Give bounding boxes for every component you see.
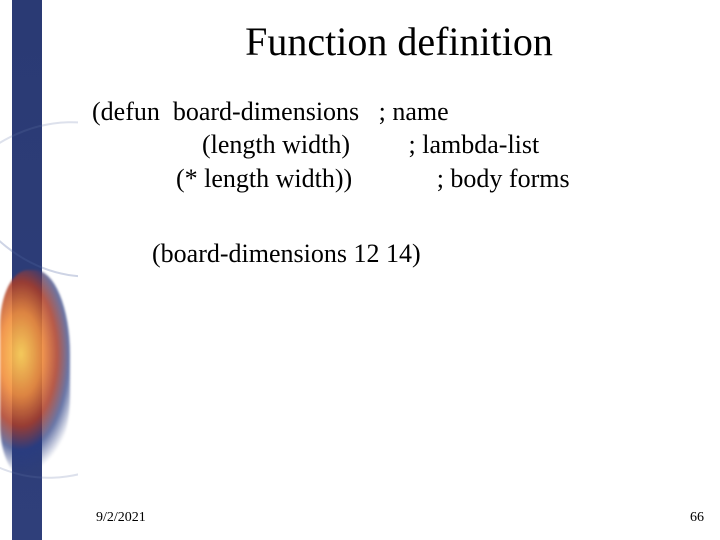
code-line-3-left: (* length width)) xyxy=(92,164,352,193)
sidebar-decorative-art xyxy=(0,0,78,540)
code-call-line: (board-dimensions 12 14) xyxy=(92,237,702,270)
slide: Function definition (defun board-dimensi… xyxy=(0,0,720,540)
footer-page-number: 66 xyxy=(690,510,704,526)
code-line-3: (* length width)) ; body forms xyxy=(92,162,702,195)
slide-body: (defun board-dimensions ; name (length w… xyxy=(92,95,702,270)
code-line-3-comment: ; body forms xyxy=(437,164,570,193)
footer-date: 9/2/2021 xyxy=(96,510,146,526)
code-line-2-left: (length width) xyxy=(92,130,350,159)
code-line-2-comment: ; lambda-list xyxy=(409,130,540,159)
code-line-2: (length width) ; lambda-list xyxy=(92,128,702,161)
slide-title: Function definition xyxy=(78,18,720,65)
code-line-1: (defun board-dimensions ; name xyxy=(92,95,702,128)
slide-content: Function definition (defun board-dimensi… xyxy=(78,0,720,540)
color-blob xyxy=(0,270,70,480)
